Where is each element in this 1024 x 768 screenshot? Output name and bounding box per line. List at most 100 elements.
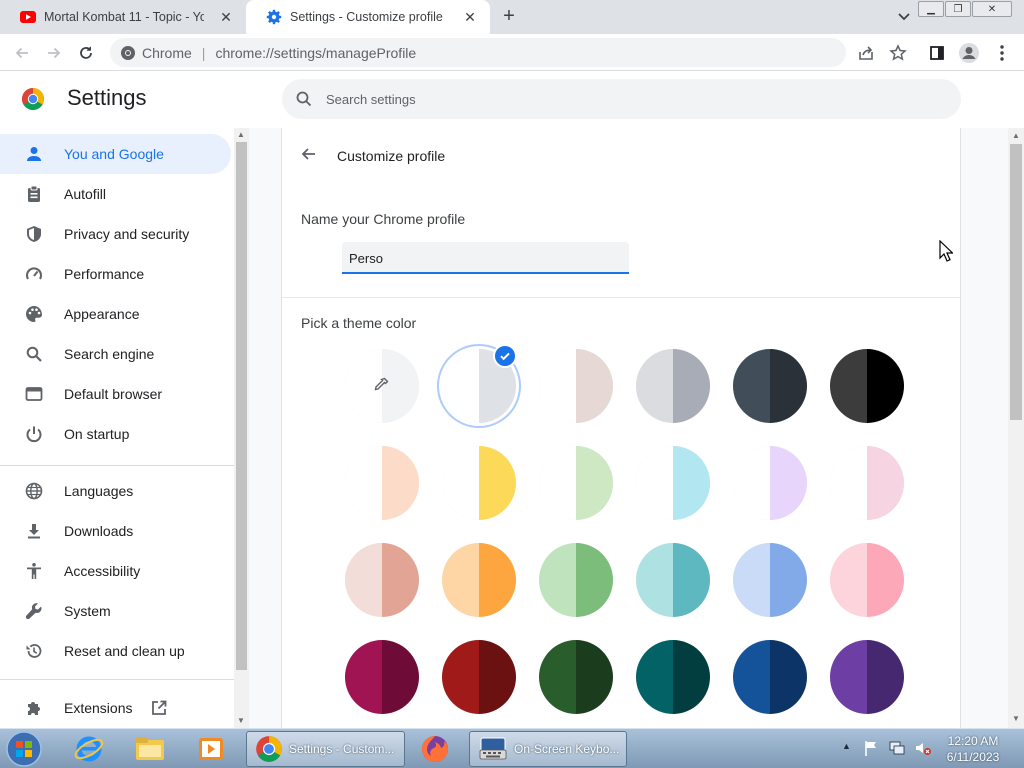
minimize-button[interactable]: ▁: [918, 1, 944, 17]
sidebar-item-downloads[interactable]: Downloads: [0, 511, 231, 551]
swatch-background-half: [479, 446, 516, 520]
profile-avatar-icon[interactable]: [958, 42, 980, 64]
sidebar-item-reset-and-clean-up[interactable]: Reset and clean up: [0, 631, 231, 671]
internet-explorer-icon[interactable]: [72, 731, 106, 767]
forward-button[interactable]: [42, 41, 66, 65]
bookmark-star-icon[interactable]: [887, 42, 909, 64]
swatch-foreground-half: [733, 446, 770, 520]
tab-search-button[interactable]: [893, 7, 915, 27]
speedometer-icon: [24, 264, 44, 284]
omnibox-separator: |: [201, 44, 206, 61]
theme-color-swatch[interactable]: [830, 349, 904, 423]
share-icon[interactable]: [855, 42, 877, 64]
taskbar-window-osk[interactable]: On-Screen Keybo...: [469, 731, 627, 767]
theme-color-swatch[interactable]: [636, 543, 710, 617]
sidebar-scrollbar-thumb[interactable]: [236, 142, 247, 670]
theme-color-swatch[interactable]: [539, 349, 613, 423]
back-button[interactable]: [10, 41, 34, 65]
chrome-logo-icon: [21, 87, 45, 111]
theme-color-label: Pick a theme color: [301, 315, 417, 331]
theme-color-swatch[interactable]: [345, 446, 419, 520]
tab-youtube[interactable]: Mortal Kombat 11 - Topic - YouTube ✕: [0, 0, 246, 34]
profile-name-input[interactable]: Perso: [342, 242, 629, 274]
clock-date: 6/11/2023: [946, 750, 1000, 764]
swatch-foreground-half: [733, 349, 770, 423]
chrome-site-icon[interactable]: [120, 45, 136, 61]
side-panel-icon[interactable]: [926, 42, 948, 64]
person-icon: [24, 144, 44, 164]
restore-button[interactable]: ❐: [945, 1, 971, 17]
custom-color-swatch[interactable]: [345, 349, 419, 423]
swatch-foreground-half: [636, 640, 673, 714]
theme-color-swatch[interactable]: [442, 543, 516, 617]
theme-color-swatch[interactable]: [733, 543, 807, 617]
sidebar-item-extensions[interactable]: Extensions: [0, 688, 231, 728]
file-explorer-icon[interactable]: [133, 731, 167, 767]
theme-color-swatch[interactable]: [830, 446, 904, 520]
search-settings-input[interactable]: Search settings: [282, 79, 961, 119]
theme-color-swatch[interactable]: [830, 543, 904, 617]
network-icon[interactable]: [888, 739, 908, 759]
sidebar-item-privacy-and-security[interactable]: Privacy and security: [0, 214, 231, 254]
youtube-icon: [20, 9, 36, 25]
show-hidden-icons-arrow-icon[interactable]: ▲: [842, 741, 856, 757]
sidebar-item-you-and-google[interactable]: You and Google: [0, 134, 231, 174]
back-arrow-icon[interactable]: [300, 145, 320, 165]
sidebar-item-search-engine[interactable]: Search engine: [0, 334, 231, 374]
theme-color-swatch[interactable]: [733, 640, 807, 714]
system-tray: ▲: [842, 733, 934, 765]
volume-muted-icon[interactable]: [914, 739, 934, 759]
theme-color-swatch[interactable]: [830, 640, 904, 714]
address-bar[interactable]: Chrome | chrome://settings/manageProfile: [110, 38, 846, 67]
media-player-icon[interactable]: [194, 731, 228, 767]
close-window-button[interactable]: ✕: [972, 1, 1012, 17]
sidebar-item-appearance[interactable]: Appearance: [0, 294, 231, 334]
sidebar-item-on-startup[interactable]: On startup: [0, 414, 231, 454]
sidebar-divider: [0, 465, 234, 466]
reload-button[interactable]: [74, 41, 98, 65]
settings-header: Settings Search settings: [0, 71, 1024, 128]
page-scrollbar[interactable]: ▲ ▼: [1008, 128, 1024, 728]
firefox-icon[interactable]: [418, 731, 452, 767]
scroll-up-arrow-icon[interactable]: ▲: [237, 130, 245, 139]
taskbar-window-chrome[interactable]: Settings - Custom...: [246, 731, 405, 767]
theme-color-swatch[interactable]: [733, 349, 807, 423]
theme-color-swatch[interactable]: [442, 446, 516, 520]
sidebar-scrollbar[interactable]: ▲ ▼: [234, 128, 249, 728]
theme-color-swatch[interactable]: [636, 446, 710, 520]
scroll-down-arrow-icon[interactable]: ▼: [1012, 714, 1020, 723]
theme-color-swatch[interactable]: [636, 640, 710, 714]
swatch-foreground-half: [830, 349, 867, 423]
theme-color-swatch[interactable]: [345, 640, 419, 714]
sidebar-item-system[interactable]: System: [0, 591, 231, 631]
theme-color-swatch[interactable]: [442, 640, 516, 714]
theme-color-swatch[interactable]: [539, 543, 613, 617]
menu-kebab-icon[interactable]: [991, 42, 1013, 64]
action-center-flag-icon[interactable]: [862, 739, 882, 759]
sidebar-item-label: Extensions: [64, 700, 133, 716]
url-text[interactable]: chrome://settings/manageProfile: [215, 45, 416, 61]
theme-color-swatch[interactable]: [636, 349, 710, 423]
scroll-down-arrow-icon[interactable]: ▼: [237, 716, 245, 725]
sidebar-item-performance[interactable]: Performance: [0, 254, 231, 294]
theme-color-swatch[interactable]: [539, 640, 613, 714]
page-scrollbar-thumb[interactable]: [1010, 144, 1022, 420]
theme-color-swatch[interactable]: [539, 446, 613, 520]
theme-color-swatch[interactable]: [345, 543, 419, 617]
mouse-cursor-icon: [939, 239, 954, 262]
close-tab-icon[interactable]: ✕: [462, 9, 478, 25]
close-tab-icon[interactable]: ✕: [218, 9, 234, 25]
palette-icon: [24, 304, 44, 324]
theme-color-swatch[interactable]: [733, 446, 807, 520]
sidebar-item-languages[interactable]: Languages: [0, 471, 231, 511]
swatch-foreground-half: [733, 543, 770, 617]
sidebar-item-autofill[interactable]: Autofill: [0, 174, 231, 214]
scroll-up-arrow-icon[interactable]: ▲: [1012, 131, 1020, 140]
sidebar-item-accessibility[interactable]: Accessibility: [0, 551, 231, 591]
sidebar-item-label: Appearance: [64, 306, 140, 322]
tab-settings[interactable]: Settings - Customize profile ✕: [246, 0, 490, 34]
taskbar-clock[interactable]: 12:20 AM 6/11/2023: [943, 733, 1003, 765]
sidebar-item-default-browser[interactable]: Default browser: [0, 374, 231, 414]
start-button[interactable]: [4, 730, 44, 768]
new-tab-button[interactable]: +: [498, 5, 520, 27]
